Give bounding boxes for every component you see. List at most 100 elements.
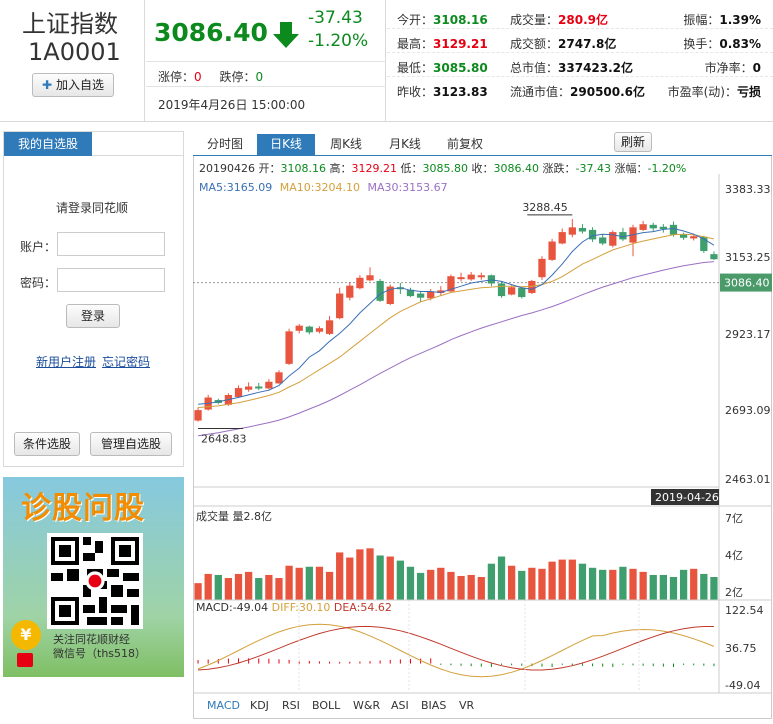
limit-up-count: 0 [194,70,202,84]
indicator-vr[interactable]: VR [459,699,474,712]
indicator-bias[interactable]: BIAS [421,699,446,712]
forgot-password-link[interactable]: 忘记密码 [102,353,150,370]
candle-body [255,386,263,389]
indicator-kdj[interactable]: KDJ [250,699,269,712]
volume-bar [487,563,496,600]
index-name-block: 上证指数 1A0001 ✚ 加入自选 [0,0,145,121]
candle-body [578,227,587,232]
account-input[interactable] [57,232,165,256]
quote-value: 3108.16 [433,13,488,27]
candle-body [416,293,425,298]
price-axis-label: 2693.09 [725,404,771,417]
volume-bar [629,568,637,600]
condition-screen-button[interactable]: 条件选股 [14,432,80,456]
candle-body [467,274,475,280]
candle-body [487,275,496,284]
quote-col1-row-1: 最高：3129.21 [397,35,488,52]
max-price-label: 3288.45 [522,201,568,214]
diff-value: 30.10 [298,601,331,614]
tab-2[interactable]: 周K线 [318,134,374,156]
candle-body [679,234,688,238]
tab-3[interactable]: 月K线 [377,134,433,156]
volume-bar [609,569,617,600]
tab-0[interactable]: 分时图 [196,134,254,156]
limit-up-label: 涨停： [158,70,195,84]
volume-bar [234,573,243,600]
volume-bar [599,569,607,600]
account-label: 账户： [20,240,57,254]
candle-body [477,275,485,278]
login-button[interactable]: 登录 [66,304,120,328]
price-change-pct: -1.20% [308,31,369,51]
indicator-wr[interactable]: W&R [353,699,380,712]
limit-down-label: 跌停： [219,70,256,84]
candle-body [538,258,546,278]
candle-body [275,372,283,384]
quote-value: 3123.83 [433,85,488,99]
tab-4[interactable]: 前复权 [436,134,494,156]
volume-bar [244,571,253,600]
quote-grid: 今开：3108.16 最高：3129.21 最低：3085.80 昨收：3123.83… [387,0,773,121]
volume-bar [568,559,576,600]
manage-watchlist-button[interactable]: 管理自选股 [90,432,172,456]
macd-axis-label: 122.54 [725,604,764,617]
macd-value: -49.04 [232,601,269,614]
quote-col2-row-1: 成交额：2747.8亿 [510,35,616,52]
volume-bar [538,568,546,600]
index-code: 1A0001 [28,38,121,66]
volume-bar [275,578,283,600]
volume-bar [588,567,597,600]
macd-axis-label: -49.04 [725,679,760,692]
macd-legend: MACD:-49.04 DIFF:30.10 DEA:54.62 [196,601,392,614]
volume-bar [255,578,263,600]
volume-bar [416,572,425,600]
register-link[interactable]: 新用户注册 [36,353,96,370]
watchlist-panel: 我的自选股 请登录同花顺 账户： 密码： 登录 新用户注册 忘记密码 条件选股 … [3,131,184,467]
refresh-button[interactable]: 刷新 [614,132,652,152]
macd-axis-label: 36.75 [725,642,757,655]
indicator-boll[interactable]: BOLL [312,699,340,712]
price-axis-label: 2463.01 [725,473,771,486]
candle-body [457,277,465,280]
quote-value: 290500.6亿 [570,85,646,99]
indicator-rsi[interactable]: RSI [282,699,300,712]
quote-datetime: 2019年4月26日 15:00:00 [158,98,306,112]
candle-body [265,381,273,389]
add-to-watchlist-button[interactable]: ✚ 加入自选 [32,73,114,97]
volume-axis-label: 4亿 [725,549,743,562]
volume-bar [457,575,465,600]
watchlist-tab[interactable]: 我的自选股 [4,132,92,156]
volume-bar [578,563,587,600]
volume-bar [325,571,334,600]
tab-1[interactable]: 日K线 [257,134,315,156]
price-block: 3086.40 -37.43 -1.20% 涨停：0 跌停：0 2019年4月2… [146,0,386,121]
volume-bar [467,574,475,600]
candle-body [194,410,202,421]
quote-col1-row-0: 今开：3108.16 [397,11,488,28]
candle-body [528,280,536,293]
volume-label: 成交量 量2.8亿 [196,510,272,523]
candle-body [285,331,293,364]
promo-headline: 诊股问股 [21,491,145,526]
volume-bar [558,559,566,600]
quote-col1-row-2: 最低：3085.80 [397,59,488,76]
quote-col3-row-0: 振幅：1.39% [683,11,761,28]
kline-chart[interactable]: 3383.33 3153.25 2923.17 2693.09 2463.01 3086.… [193,156,772,719]
volume-bar [427,569,435,600]
candle-body [234,388,243,397]
quote-value: 3085.80 [433,61,488,75]
volume-bar [346,557,354,600]
password-input[interactable] [57,268,165,292]
volume-bar [679,569,688,600]
quote-col2-row-3: 流通市值：290500.6亿 [510,83,645,100]
volume-bar [528,567,536,600]
quote-value: 337423.2亿 [558,61,634,75]
indicator-macd[interactable]: MACD [207,699,240,712]
candle-body [366,275,374,281]
limit-stats: 涨停：0 跌停：0 [158,68,263,85]
promo-banner[interactable]: 诊股问股 ¥ 关注同花顺财经 微信号（ths518） [3,477,184,677]
quote-label: 总市值： [510,61,559,75]
indicator-asi[interactable]: ASI [391,699,409,712]
quote-value: 0.83% [719,37,761,51]
volume-bar [204,573,212,600]
